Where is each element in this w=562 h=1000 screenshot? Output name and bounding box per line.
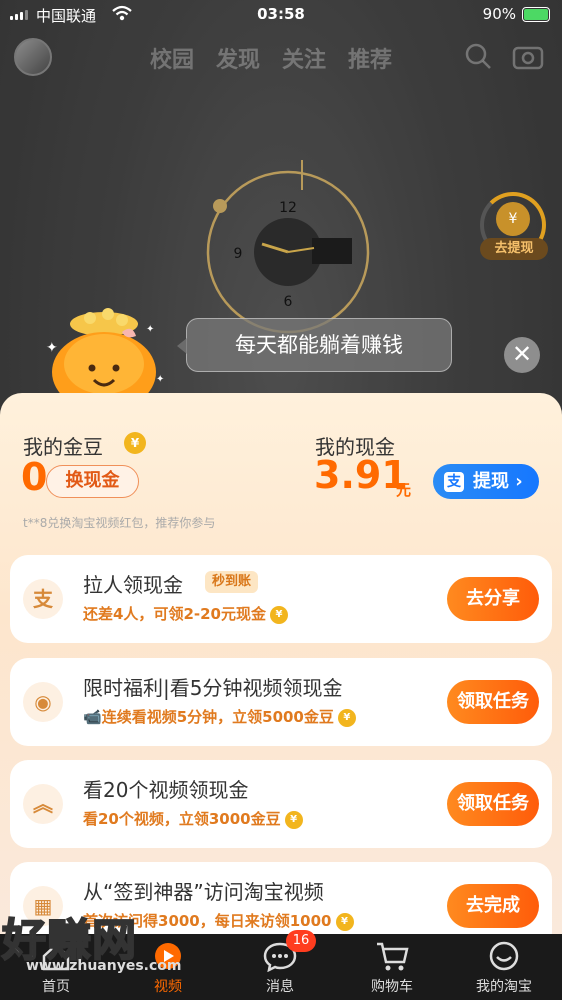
task-card-invite: 支 拉人领现金 秒到账 还差4人，可领2-20元现金 ¥ 去分享 (10, 555, 552, 643)
battery-percent: 90% (482, 5, 516, 23)
task-title: 限时福利|看5分钟视频领现金 (83, 676, 343, 700)
tab-messages[interactable]: 16 消息 (224, 930, 336, 1000)
profile-icon (489, 941, 519, 971)
tab-label: 消息 (266, 979, 294, 995)
tab-label: 购物车 (371, 979, 413, 995)
camera-icon: 📹 (83, 708, 102, 726)
unread-badge: 16 (286, 930, 316, 952)
svg-text:✦: ✦ (146, 324, 154, 335)
task-subtitle: 📹连续看视频5分钟，立领5000金豆 ¥ (83, 706, 356, 727)
user-avatar[interactable] (14, 38, 52, 76)
coin-icon: ¥ (124, 432, 146, 454)
site-watermark: 好赚网 www.zhuanyes.com (0, 904, 200, 994)
watermark-url: www.zhuanyes.com (26, 958, 182, 974)
speech-bubble: 每天都能躺着赚钱 (177, 318, 452, 372)
nav-tabs: 校园 发现 关注 推荐 (150, 42, 392, 74)
coins-value: 0 (21, 455, 48, 499)
search-icon[interactable] (464, 42, 492, 70)
instant-payout-tag: 秒到账 (205, 571, 259, 593)
chevron-up-icon: ︽ (23, 784, 63, 824)
task-card-watch-20: ︽ 看20个视频领现金 看20个视频，立领3000金豆 ¥ 领取任务 (10, 760, 552, 848)
alipay-icon: 支 (444, 472, 464, 492)
withdraw-label: 提现 › (473, 471, 523, 492)
top-nav: 校园 发现 关注 推荐 (0, 36, 562, 80)
tab-label: 我的淘宝 (476, 979, 532, 995)
exchange-cash-button[interactable]: 换现金 (46, 465, 139, 498)
tab-discover[interactable]: 发现 (216, 42, 260, 74)
cash-value: 3.91 (314, 453, 408, 497)
svg-text:6: 6 (284, 294, 293, 310)
tab-campus[interactable]: 校园 (150, 42, 194, 74)
status-bar: 中国联通 03:58 90% (0, 0, 562, 30)
coin-icon: ¥ (337, 708, 356, 727)
alipay-icon: 支 (23, 579, 63, 619)
tab-cart[interactable]: 购物车 (336, 934, 448, 1000)
eye-icon: ◉ (23, 682, 63, 722)
task-title: 从“签到神器”访问淘宝视频 (83, 880, 324, 904)
tab-follow[interactable]: 关注 (282, 42, 326, 74)
tab-my-taobao[interactable]: 我的淘宝 (448, 934, 560, 1000)
clock-video-frame: 12 9 6 (206, 160, 370, 334)
coin-icon: ¥ (284, 810, 303, 829)
svg-text:9: 9 (234, 246, 243, 262)
cash-progress-widget[interactable]: ¥ 去提现 (478, 192, 548, 268)
svg-text:✦: ✦ (156, 374, 164, 385)
money-bag-icon: ¥ (496, 202, 530, 236)
battery-icon (522, 7, 550, 22)
coin-icon: ¥ (335, 912, 354, 931)
clock-time: 03:58 (257, 5, 305, 23)
task-title: 看20个视频领现金 (83, 778, 249, 802)
task-subtitle: 看20个视频，立领3000金豆 ¥ (83, 808, 303, 829)
share-button[interactable]: 去分享 (447, 577, 539, 621)
referral-hint: t**8兑换淘宝视频红包，推荐你参与 (23, 516, 216, 530)
claim-task-button[interactable]: 领取任务 (447, 680, 539, 724)
svg-text:12: 12 (279, 200, 297, 216)
rewards-sheet: 我的金豆 ¥ 0 换现金 我的现金 3.91 元 支 提现 › t**8兑换淘宝… (0, 393, 562, 953)
svg-text:✦: ✦ (46, 340, 58, 356)
withdraw-pill[interactable]: 去提现 (480, 238, 548, 260)
withdraw-button[interactable]: 支 提现 › (433, 464, 539, 499)
claim-task-button[interactable]: 领取任务 (447, 782, 539, 826)
task-card-watch-5min: ◉ 限时福利|看5分钟视频领现金 📹连续看视频5分钟，立领5000金豆 ¥ 领取任… (10, 658, 552, 746)
camera-icon[interactable] (512, 42, 544, 70)
cash-unit: 元 (396, 481, 412, 499)
task-title: 拉人领现金 (83, 573, 183, 597)
complete-button[interactable]: 去完成 (447, 884, 539, 928)
tab-recommend[interactable]: 推荐 (348, 42, 392, 74)
task-subtitle: 还差4人，可领2-20元现金 ¥ (83, 603, 288, 624)
close-button[interactable]: ✕ (504, 337, 540, 373)
coin-icon: ¥ (269, 605, 288, 624)
cart-icon (377, 942, 409, 971)
